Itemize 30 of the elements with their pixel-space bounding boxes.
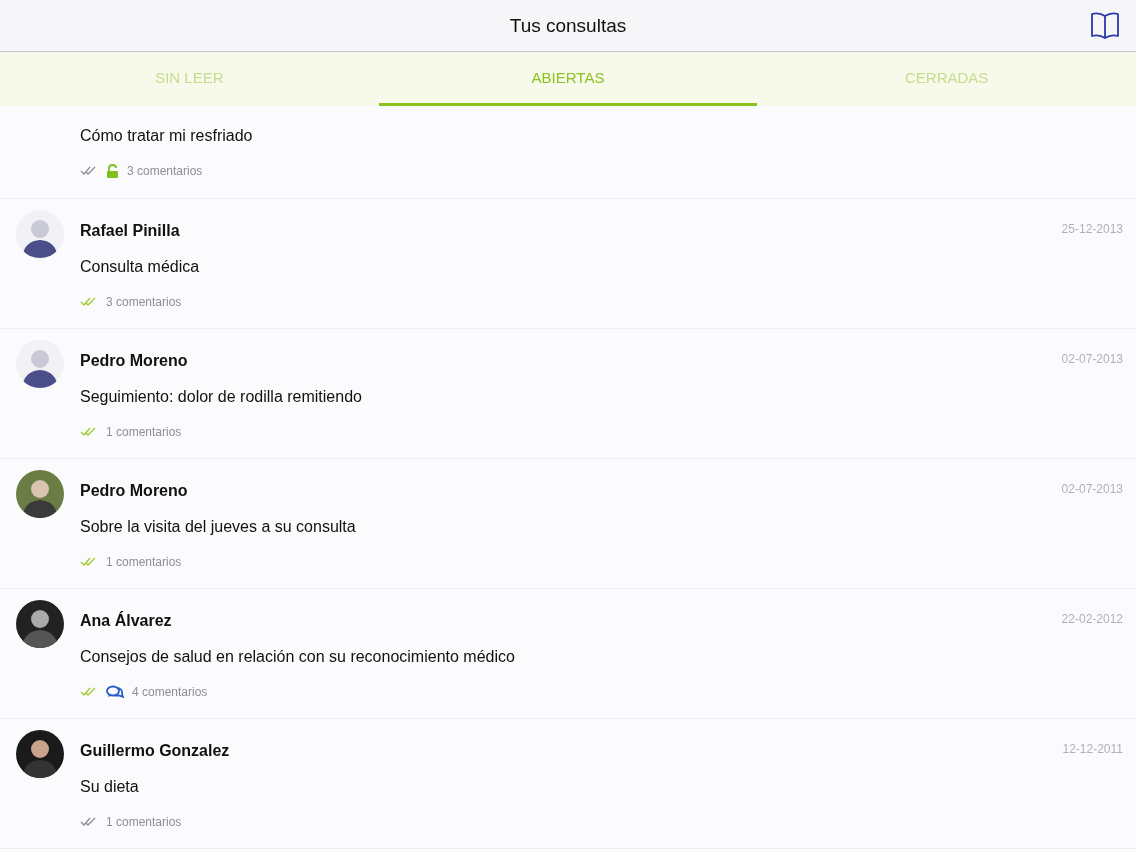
page-title: Tus consultas	[509, 14, 627, 37]
comment-count: 4 comentarios	[132, 685, 208, 699]
comment-count: 1 comentarios	[106, 555, 182, 569]
consultation-subject: Sobre la visita del jueves a su consulta	[80, 518, 357, 536]
consultation-item[interactable]: Guillermo Gonzalez 12-12-2011 Su dieta 1 comentarios	[0, 719, 1136, 849]
consultation-item[interactable]: Pedro Moreno 02-07-2013 Seguimiento: dolor de rodilla remitiendo 1 comentarios	[0, 329, 1136, 459]
comment-count: 3 comentarios	[127, 164, 203, 178]
consultation-date: 02-07-2013	[1061, 482, 1123, 496]
book-icon[interactable]	[1090, 11, 1120, 39]
consultation-item[interactable]: Rafael Pinilla 25-12-2013 Consulta médica 3 comentarios	[0, 199, 1136, 329]
consultation-subject: Cómo tratar mi resfriado	[80, 127, 254, 145]
consultation-date: 25-12-2013	[1061, 222, 1123, 236]
consultation-item[interactable]: Pedro Moreno 02-07-2013 Sobre la visita del jueves a su consulta 1 comentarios	[0, 459, 1136, 589]
consultation-date: 22-02-2012	[1061, 612, 1123, 626]
doctor-name: Guillermo Gonzalez	[80, 742, 230, 760]
consultation-item[interactable]: Ana Álvarez 22-02-2012 Consejos de salud en relación con su reconocimiento médico 4 comentarios	[0, 589, 1136, 719]
consultation-date: 02-07-2013	[1061, 352, 1123, 366]
doctor-name: Rafael Pinilla	[80, 222, 180, 240]
consultation-subject: Seguimiento: dolor de rodilla remitiendo	[80, 388, 363, 406]
consultation-date: 12-12-2011	[1062, 742, 1123, 756]
consultation-subject: Consejos de salud en relación con su reconocimiento médico	[80, 648, 516, 666]
comment-count: 1 comentarios	[106, 815, 182, 829]
doctor-name: Ana Álvarez	[80, 612, 172, 630]
comment-count: 1 comentarios	[106, 425, 182, 439]
doctor-name: Pedro Moreno	[80, 352, 188, 370]
consultation-item[interactable]: Cómo tratar mi resfriado 3 comentarios	[0, 106, 1136, 199]
consultation-subject: Consulta médica	[80, 258, 201, 276]
doctor-name: Pedro Moreno	[80, 482, 188, 500]
consultation-subject: Su dieta	[80, 778, 140, 796]
comment-count: 3 comentarios	[106, 295, 182, 309]
